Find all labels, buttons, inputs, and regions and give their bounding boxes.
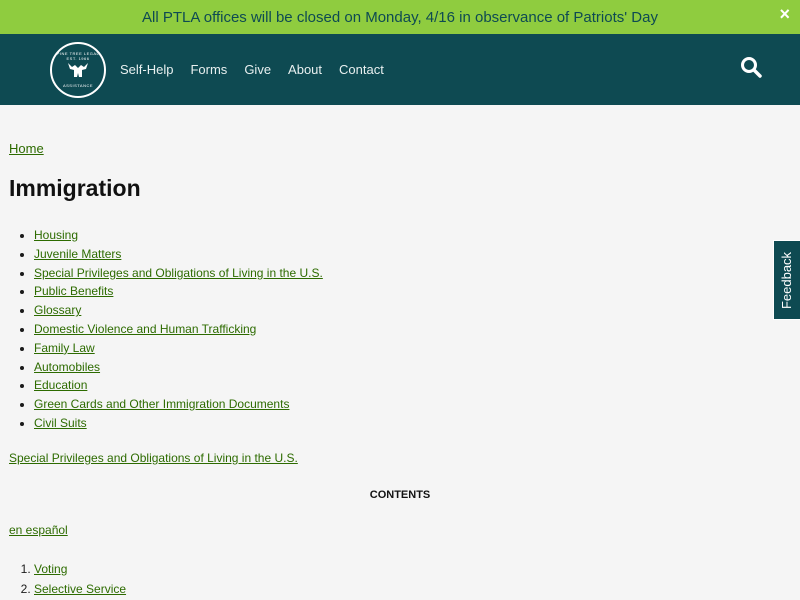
page-title: Immigration	[9, 175, 141, 201]
topic-link[interactable]: Special Privileges and Obligations of Li…	[34, 266, 323, 280]
topic-link[interactable]: Domestic Violence and Human Trafficking	[34, 322, 256, 336]
list-item: Education	[34, 376, 791, 395]
list-item: Special Privileges and Obligations of Li…	[34, 264, 791, 283]
list-item: Domestic Violence and Human Trafficking	[34, 320, 791, 339]
language-link[interactable]: en español	[9, 523, 791, 537]
topic-link[interactable]: Juvenile Matters	[34, 247, 121, 261]
toc-link[interactable]: Voting	[34, 562, 67, 576]
feedback-tab[interactable]: Feedback	[773, 240, 800, 320]
topic-list: Housing Juvenile Matters Special Privile…	[9, 226, 791, 433]
alert-banner: All PTLA offices will be closed on Monda…	[0, 0, 800, 34]
list-item: Juvenile Matters	[34, 245, 791, 264]
table-of-contents: Voting Selective Service	[9, 559, 791, 599]
list-item: Automobiles	[34, 358, 791, 377]
nav-self-help[interactable]: Self-Help	[120, 62, 173, 77]
topic-link[interactable]: Green Cards and Other Immigration Docume…	[34, 397, 289, 411]
topic-link[interactable]: Automobiles	[34, 360, 100, 374]
nav-give[interactable]: Give	[244, 62, 271, 77]
search-icon[interactable]	[740, 56, 762, 78]
logo-text-bottom: ASSISTANCE	[62, 83, 94, 88]
topic-link[interactable]: Education	[34, 378, 87, 392]
toc-item: Selective Service	[34, 579, 791, 599]
nav-about[interactable]: About	[288, 62, 322, 77]
topic-link[interactable]: Family Law	[34, 341, 95, 355]
breadcrumb: Home	[9, 141, 791, 156]
toc-item: Voting	[34, 559, 791, 579]
close-icon[interactable]: ×	[779, 4, 790, 25]
topic-link[interactable]: Housing	[34, 228, 78, 242]
logo[interactable]: PINE TREE LEGAL EST. 1966 ASSISTANCE	[50, 41, 106, 98]
list-item: Green Cards and Other Immigration Docume…	[34, 395, 791, 414]
moose-icon	[66, 61, 90, 83]
list-item: Housing	[34, 226, 791, 245]
alert-text: All PTLA offices will be closed on Monda…	[142, 8, 658, 26]
list-item: Glossary	[34, 301, 791, 320]
contents-heading: CONTENTS	[369, 488, 431, 501]
topic-link[interactable]: Public Benefits	[34, 284, 113, 298]
feedback-label: Feedback	[779, 251, 795, 309]
site-header: PINE TREE LEGAL EST. 1966 ASSISTANCE Sel…	[0, 34, 800, 105]
list-item: Public Benefits	[34, 282, 791, 301]
main-nav: Self-Help Forms Give About Contact	[120, 62, 401, 77]
section-link[interactable]: Special Privileges and Obligations of Li…	[9, 451, 791, 465]
nav-forms[interactable]: Forms	[190, 62, 227, 77]
toc-link[interactable]: Selective Service	[34, 582, 126, 596]
list-item: Civil Suits	[34, 414, 791, 433]
topic-link[interactable]: Glossary	[34, 303, 81, 317]
main-content: Home Immigration Housing Juvenile Matter…	[0, 105, 800, 599]
topic-link[interactable]: Civil Suits	[34, 416, 87, 430]
breadcrumb-home[interactable]: Home	[9, 141, 44, 156]
list-item: Family Law	[34, 339, 791, 358]
nav-contact[interactable]: Contact	[339, 62, 384, 77]
